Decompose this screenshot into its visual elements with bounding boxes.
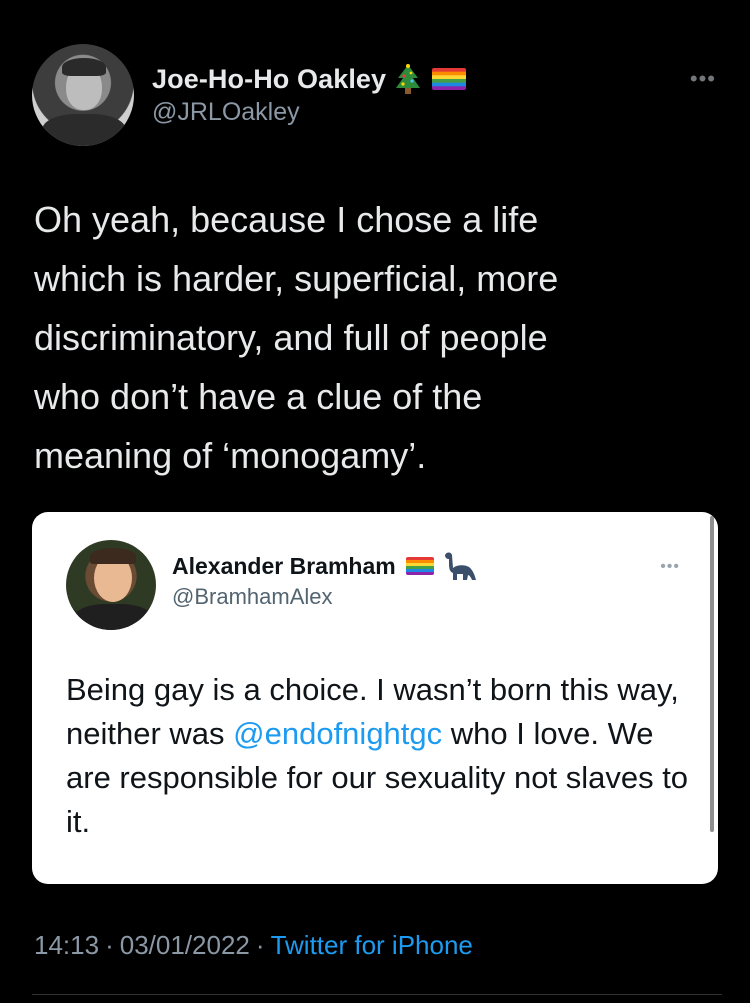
- meta-separator: ·: [255, 930, 265, 960]
- author-name-block[interactable]: Joe-Ho-Ho Oakley @JRLOakley: [152, 62, 467, 127]
- tweet-text: Oh yeah, because I chose a life which is…: [34, 199, 559, 476]
- quoted-author-handle: @BramhamAlex: [172, 584, 333, 609]
- display-name-row: Joe-Ho-Ho Oakley: [152, 62, 467, 96]
- christmas-tree-icon: [394, 64, 422, 94]
- more-icon[interactable]: •••: [690, 68, 716, 90]
- quoted-author-avatar: [66, 540, 156, 630]
- avatar-hair: [62, 58, 106, 76]
- quoted-name-row: Alexander Bramham: [172, 552, 476, 580]
- tweet-header: Joe-Ho-Ho Oakley @JRLOakley •••: [32, 44, 722, 148]
- author-avatar[interactable]: [32, 44, 134, 146]
- quoted-avatar-hair: [90, 548, 136, 564]
- avatar-shirt: [42, 114, 126, 146]
- quoted-avatar-shirt: [74, 604, 152, 630]
- author-display-name[interactable]: Joe-Ho-Ho Oakley: [152, 64, 386, 95]
- rainbow-flag-icon: [405, 557, 434, 575]
- dinosaur-icon: [442, 550, 476, 582]
- tweet-meta: 14:13 · 03/01/2022 · Twitter for iPhone: [34, 930, 473, 961]
- author-handle[interactable]: @JRLOakley: [152, 98, 466, 127]
- tweet-source-link[interactable]: Twitter for iPhone: [271, 930, 473, 960]
- divider: [32, 994, 722, 995]
- tweet-time: 14:13: [34, 930, 100, 960]
- quoted-author-display-name: Alexander Bramham: [172, 552, 396, 579]
- quoted-tweet-card[interactable]: Alexander Bramham @BramhamAlex ••• Being: [32, 512, 718, 884]
- meta-separator: ·: [105, 930, 114, 960]
- mention-link[interactable]: @endofnightgc: [233, 716, 442, 751]
- rainbow-flag-icon: [432, 68, 467, 90]
- tweet-date: 03/01/2022: [119, 930, 250, 960]
- quoted-tweet-text: Being gay is a choice. I wasn’t born thi…: [66, 668, 696, 844]
- scrollbar[interactable]: [710, 516, 714, 832]
- quoted-more-icon: •••: [660, 558, 680, 575]
- quoted-author-name-block: Alexander Bramham @BramhamAlex: [172, 552, 476, 610]
